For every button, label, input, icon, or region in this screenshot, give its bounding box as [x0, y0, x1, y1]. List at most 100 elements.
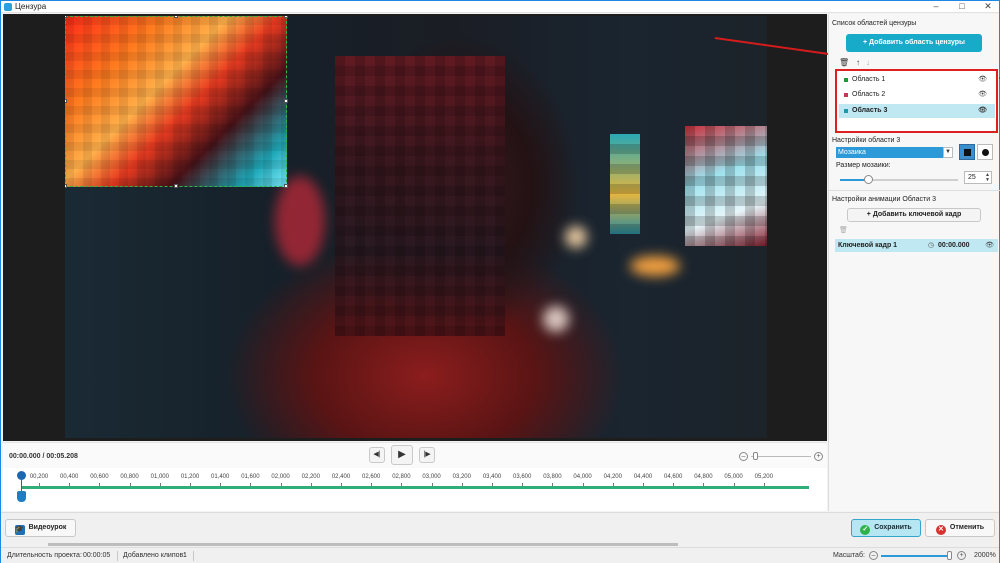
keyframe-row[interactable]: Ключевой кадр 1 ◷ 00:00.000 👁	[835, 239, 998, 252]
timecode: 00:00.000 / 00:05.208	[9, 453, 78, 460]
areas-list: Область 1 👁 Область 2 👁 Область 3 👁	[835, 69, 998, 133]
ellipse-shape-button[interactable]	[977, 144, 993, 160]
zoom-track[interactable]	[751, 456, 811, 457]
spin-down-icon[interactable]: ▼	[985, 178, 990, 183]
timeline-tick-label: 00,800	[120, 474, 139, 480]
scale-knob[interactable]	[947, 551, 952, 560]
resize-handle[interactable]	[65, 184, 67, 188]
censor-track[interactable]	[21, 486, 809, 489]
trash-icon[interactable]: 🗑	[839, 226, 848, 234]
eye-icon[interactable]: 👁	[985, 239, 994, 252]
timeline-tick-label: 03,200	[452, 474, 471, 480]
prev-frame-button[interactable]: ◀|	[369, 447, 385, 463]
mosaic-area-2[interactable]	[335, 56, 505, 336]
list-toolbar: 🗑 ↑ ↓	[839, 58, 899, 68]
timeline-zoom: – +	[739, 451, 825, 463]
add-area-button[interactable]: + Добавить область цензуры	[846, 34, 982, 52]
area-item-label: Область 3	[852, 107, 888, 114]
timeline-tick-label: 02,000	[271, 474, 290, 480]
timeline-tick-label: 02,200	[301, 474, 320, 480]
timeline-tick-label: 01,000	[150, 474, 169, 480]
timeline-tick-label: 04,400	[633, 474, 653, 480]
area-item-label: Область 2	[852, 91, 886, 98]
maximize-button[interactable]: □	[953, 1, 971, 12]
play-button[interactable]: ▶	[391, 445, 413, 465]
area-item-2[interactable]: Область 2 👁	[839, 88, 995, 102]
zoom-out-icon[interactable]: –	[869, 551, 878, 560]
selection-frame[interactable]	[65, 16, 288, 188]
scale-slider[interactable]: – +	[869, 551, 969, 561]
area-color-swatch	[844, 78, 848, 82]
mosaic-area-sign-right	[685, 126, 767, 246]
graduation-cap-icon: 🎓	[14, 525, 25, 535]
eye-icon[interactable]: 👁	[978, 104, 987, 118]
divider	[829, 190, 1000, 191]
timeline-tick-label: 00,400	[60, 474, 79, 480]
playhead[interactable]	[17, 471, 26, 502]
resize-handle[interactable]	[284, 184, 288, 188]
zoom-in-icon[interactable]: +	[957, 551, 966, 560]
area-item-1[interactable]: Область 1 👁	[839, 73, 995, 87]
keyframe-time: 00:00.000	[938, 242, 970, 249]
timeline-tick-label: 00,600	[90, 474, 109, 480]
mosaic-size-slider[interactable]	[840, 175, 958, 185]
timeline-tick-label: 04,000	[573, 474, 592, 480]
eye-icon[interactable]: 👁	[978, 88, 987, 102]
save-button[interactable]: ✓ Сохранить	[851, 519, 921, 537]
clips-label: Добавлено клипов:	[123, 552, 186, 559]
area-item-3[interactable]: Область 3 👁	[839, 104, 995, 118]
app-icon	[4, 3, 12, 11]
video-lesson-button[interactable]: 🎓 Видеоурок	[5, 519, 76, 537]
eye-icon[interactable]: 👁	[978, 73, 987, 87]
area-color-swatch	[844, 93, 848, 97]
scrollbar-thumb[interactable]	[48, 543, 678, 546]
timeline[interactable]: 00,200 00,400 00,600 00,800 01,000 01,200 01,4…	[3, 468, 827, 511]
slider-thumb[interactable]	[864, 175, 874, 184]
cancel-button[interactable]: ✕ Отменить	[925, 519, 995, 537]
keyframe-marker[interactable]	[17, 491, 26, 502]
resize-handle[interactable]	[284, 16, 288, 18]
close-button[interactable]: ✕	[979, 1, 997, 12]
title-bar: Цензура – □ ✕	[1, 1, 999, 13]
settings-panel: Список областей цензуры + Добавить облас…	[828, 14, 1000, 511]
timeline-tick-label: 05,200	[754, 474, 773, 480]
clips-value: 1	[183, 552, 187, 559]
rectangle-shape-button[interactable]	[959, 144, 975, 160]
animation-settings-title: Настройки анимации Области 3	[832, 196, 936, 203]
trash-icon[interactable]: 🗑	[839, 58, 849, 67]
prev-frame-icon: ◀|	[373, 451, 381, 458]
bokeh-light	[630, 256, 680, 276]
timeline-tick-label: 04,600	[664, 474, 683, 480]
timeline-tick-label: 01,400	[211, 474, 230, 480]
video-frame[interactable]	[65, 16, 767, 438]
add-keyframe-button[interactable]: + Добавить ключевой кадр	[847, 208, 981, 222]
resize-handle[interactable]	[284, 99, 288, 103]
bokeh-light	[543, 306, 569, 332]
move-down-icon[interactable]: ↓	[866, 58, 870, 67]
mosaic-size-input[interactable]: 25 ▲ ▼	[964, 171, 992, 184]
zoom-out-icon[interactable]: –	[739, 452, 748, 461]
area-settings-title: Настройки области 3	[832, 137, 901, 144]
areas-list-title: Список областей цензуры	[832, 20, 917, 27]
minimize-button[interactable]: –	[927, 1, 945, 12]
effect-select[interactable]: Мозаика	[836, 147, 953, 158]
video-lesson-label: Видеоурок	[28, 524, 67, 531]
bokeh-light	[565, 226, 587, 248]
save-label: Сохранить	[874, 524, 912, 531]
chevron-down-icon[interactable]: ▼	[943, 147, 953, 158]
resize-handle[interactable]	[174, 184, 178, 188]
timeline-tick-label: 01,600	[241, 474, 260, 480]
next-frame-button[interactable]: |▶	[419, 447, 435, 463]
window-title: Цензура	[15, 2, 47, 11]
zoom-in-icon[interactable]: +	[814, 452, 823, 461]
zoom-knob[interactable]	[753, 452, 758, 460]
timeline-tick-label: 04,200	[603, 474, 622, 480]
move-up-icon[interactable]: ↑	[856, 58, 860, 67]
resize-handle[interactable]	[65, 99, 67, 103]
scale-rail	[881, 555, 951, 557]
status-bar: Длительность проекта: 00:00:05 Добавлено…	[1, 547, 999, 563]
resize-handle[interactable]	[174, 16, 178, 18]
mosaic-size-label: Размер мозаики:	[836, 162, 891, 169]
timeline-tick-label: 04,800	[694, 474, 713, 480]
resize-handle[interactable]	[65, 16, 67, 18]
